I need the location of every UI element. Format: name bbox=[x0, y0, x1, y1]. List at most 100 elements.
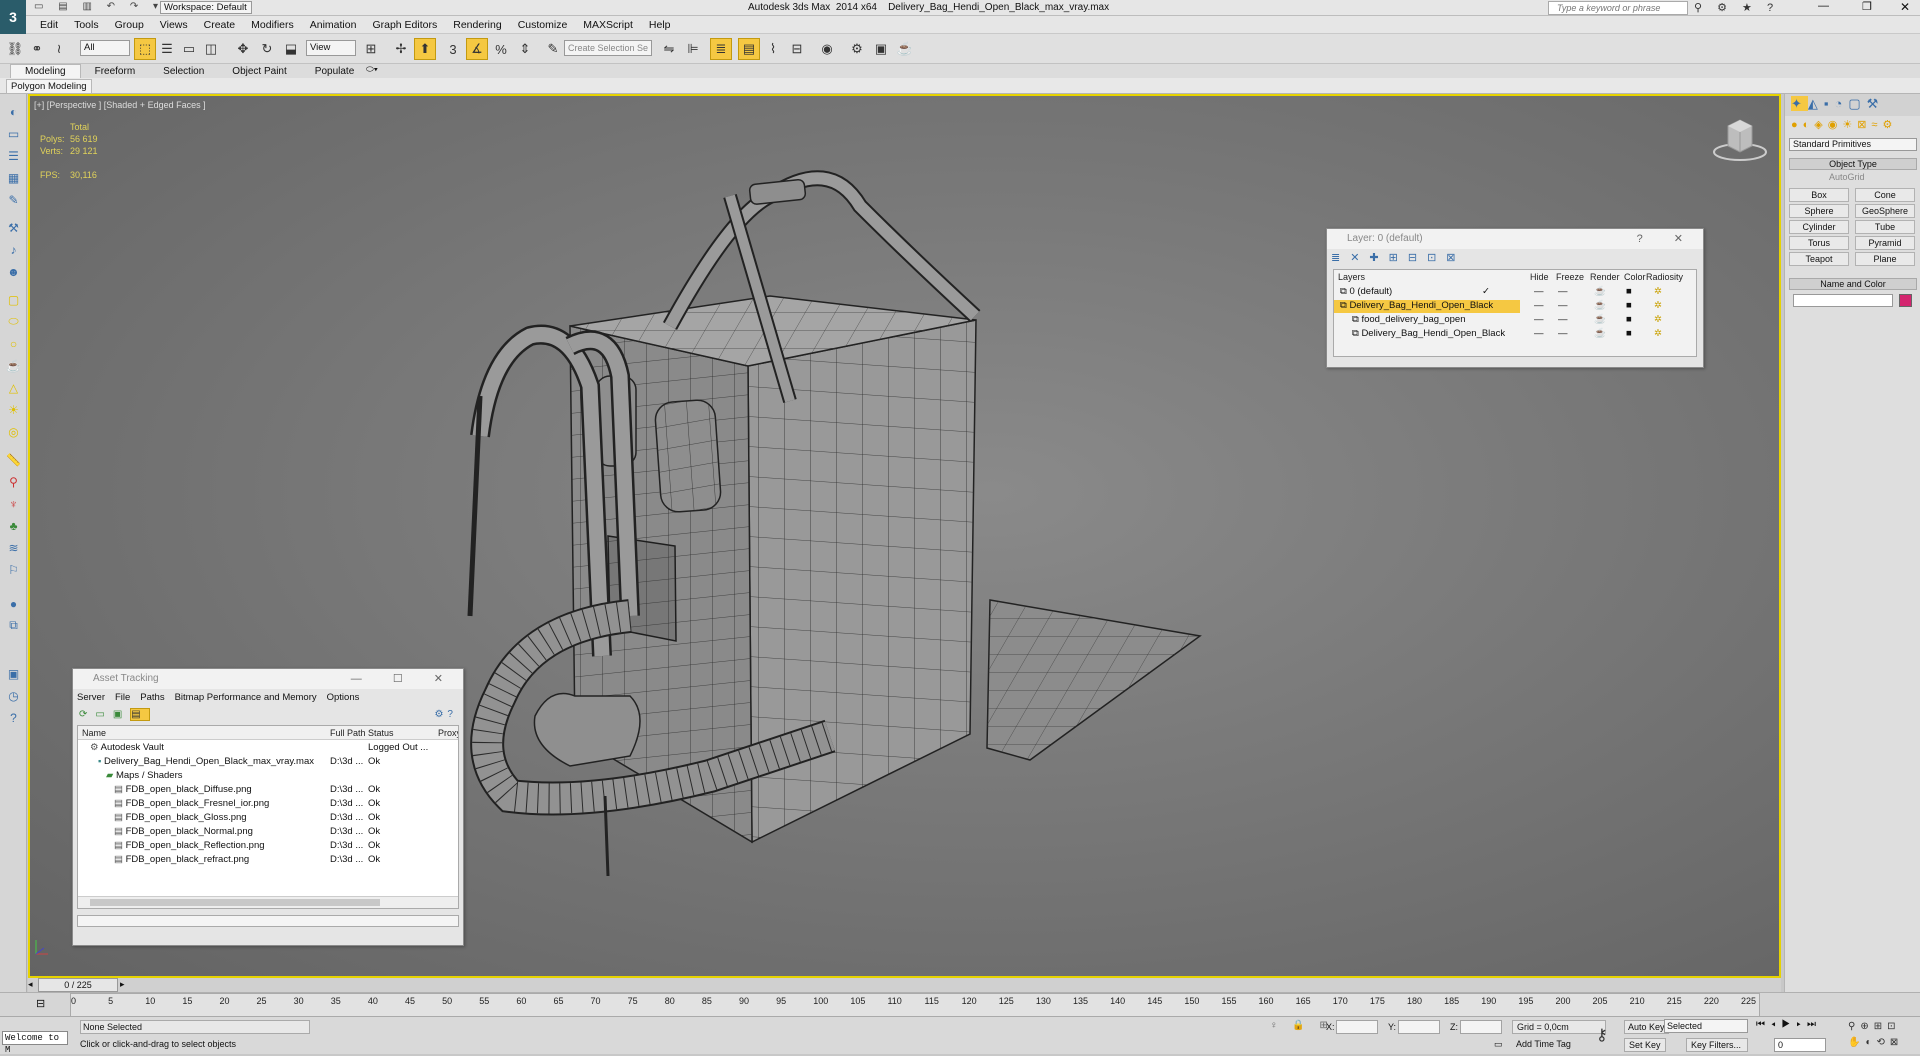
ribbon-tab-selection[interactable]: Selection bbox=[149, 65, 218, 79]
viewport-nav-icons[interactable]: ⚲⊕⊞⊡ ✋◐⟲⊠ bbox=[1848, 1019, 1920, 1051]
teapot-icon[interactable]: ☕ bbox=[4, 356, 23, 375]
freeze-toggle[interactable]: — bbox=[1558, 314, 1568, 325]
layers-icon[interactable]: ⧉ bbox=[4, 616, 23, 635]
key-filters-button[interactable]: Key Filters... bbox=[1686, 1038, 1748, 1052]
asset-row[interactable]: ▤ FDB_open_black_Normal.png bbox=[78, 826, 458, 837]
layer-color-swatch[interactable]: ■ bbox=[1626, 286, 1632, 297]
tree-icon[interactable]: ♣ bbox=[4, 516, 23, 535]
auto-key-button[interactable]: Auto Key bbox=[1624, 1020, 1669, 1034]
cloth-icon[interactable]: ⚐ bbox=[4, 560, 23, 579]
pivot-center-icon[interactable]: ⊞ bbox=[360, 38, 382, 60]
robot-icon[interactable]: ☻ bbox=[4, 262, 23, 281]
col-layers[interactable]: Layers bbox=[1338, 272, 1365, 282]
spinner-snap-icon[interactable]: ⇕ bbox=[514, 38, 536, 60]
select-object-icon[interactable]: ⬚ bbox=[134, 38, 156, 60]
col-freeze[interactable]: Freeze bbox=[1556, 272, 1584, 282]
hide-toggle[interactable]: — bbox=[1534, 300, 1544, 311]
ruler-icon[interactable]: 📏 bbox=[4, 450, 23, 469]
layer-color-swatch[interactable]: ■ bbox=[1626, 300, 1632, 311]
layer-window-controls[interactable]: ? ✕ bbox=[1637, 229, 1697, 249]
app-logo[interactable]: 3 bbox=[0, 0, 26, 34]
viewport-perspective[interactable]: [+] [Perspective ] [Shaded + Edged Faces… bbox=[28, 94, 1781, 978]
hierarchy-icon[interactable]: ♆ bbox=[4, 494, 23, 513]
command-panel-tabs[interactable]: ✦◭▪◔▢⚒ bbox=[1785, 94, 1920, 116]
asset-row[interactable]: ▤ FDB_open_black_Fresnel_ior.png bbox=[78, 798, 458, 809]
selection-filter-dropdown[interactable]: All bbox=[80, 40, 130, 56]
layer-window[interactable]: Layer: 0 (default) ? ✕ ≣✕✚⊞⊟⊡⊠ Layers Hi… bbox=[1326, 228, 1704, 368]
menu-graph-editors[interactable]: Graph Editors bbox=[364, 16, 445, 34]
hide-toggle[interactable]: — bbox=[1534, 328, 1544, 339]
select-manipulate-icon[interactable]: ✢ bbox=[390, 38, 412, 60]
layer-manager-icon[interactable]: ≣ bbox=[710, 38, 732, 60]
percent-snap-icon[interactable]: % bbox=[490, 38, 512, 60]
named-selection-set-dropdown[interactable]: Create Selection Se bbox=[564, 40, 652, 56]
unlink-icon[interactable]: ⚭ bbox=[26, 38, 48, 60]
select-by-name-icon[interactable]: ☰ bbox=[156, 38, 178, 60]
autogrid-checkbox[interactable]: AutoGrid bbox=[1829, 172, 1865, 182]
rotate-icon[interactable]: ↻ bbox=[256, 38, 278, 60]
restore-icon[interactable]: ❐ bbox=[1862, 0, 1872, 13]
radiosity-icon[interactable]: ✲ bbox=[1654, 314, 1662, 325]
workspace-dropdown[interactable]: Workspace: Default bbox=[160, 1, 252, 14]
link-chain-icon[interactable]: ⚲ bbox=[4, 472, 23, 491]
playback-controls[interactable]: ⏮◂▶▸⏭ bbox=[1756, 1019, 1822, 1030]
asset-row[interactable]: ▤ FDB_open_black_Reflection.png bbox=[78, 840, 458, 851]
curve-toggle-icon[interactable]: ⊟ bbox=[36, 997, 45, 1010]
key-icon[interactable]: ⚷ bbox=[1596, 1025, 1608, 1045]
create-tube-button[interactable]: Tube bbox=[1855, 220, 1915, 234]
sound-icon[interactable]: ♪ bbox=[4, 240, 23, 259]
curve-editor-icon[interactable]: ⌇ bbox=[762, 38, 784, 60]
bind-spacewarp-icon[interactable]: ≀ bbox=[48, 38, 70, 60]
layer-color-swatch[interactable]: ■ bbox=[1626, 328, 1632, 339]
menu-customize[interactable]: Customize bbox=[510, 16, 576, 34]
ribbon-tab-modeling[interactable]: Modeling bbox=[10, 64, 81, 79]
create-cone-button[interactable]: Cone bbox=[1855, 188, 1915, 202]
asset-row[interactable]: ▤ FDB_open_black_refract.png bbox=[78, 854, 458, 865]
layer-list[interactable]: Layers Hide Freeze Render Color Radiosit… bbox=[1333, 269, 1697, 357]
infocenter-icons[interactable]: ⚲ ⚙ ★ ? bbox=[1694, 1, 1779, 14]
paint-icon[interactable]: ✎ bbox=[4, 190, 23, 209]
link-icon[interactable]: ⛓ bbox=[4, 38, 26, 60]
menu-group[interactable]: Group bbox=[107, 16, 152, 34]
object-name-field[interactable] bbox=[1793, 294, 1893, 307]
box-icon[interactable]: ▢ bbox=[4, 290, 23, 309]
y-coord-field[interactable] bbox=[1398, 1020, 1440, 1034]
create-plane-button[interactable]: Plane bbox=[1855, 252, 1915, 266]
layer-color-swatch[interactable]: ■ bbox=[1626, 314, 1632, 325]
list-icon[interactable]: ☰ bbox=[4, 146, 23, 165]
menu-modifiers[interactable]: Modifiers bbox=[243, 16, 302, 34]
rect-selection-icon[interactable]: ▭ bbox=[178, 38, 200, 60]
menu-maxscript[interactable]: MAXScript bbox=[575, 16, 641, 34]
col-full-path[interactable]: Full Path bbox=[330, 728, 366, 738]
z-coord-field[interactable] bbox=[1460, 1020, 1502, 1034]
container-icon[interactable]: ◐ bbox=[4, 102, 23, 121]
snap-3-icon[interactable]: 3 bbox=[442, 38, 464, 60]
scale-icon[interactable]: ⬓ bbox=[280, 38, 302, 60]
asset-window-titlebar[interactable]: Asset Tracking — ☐ ✕ bbox=[73, 669, 463, 689]
quick-access-icons[interactable]: ▭ ▤ ▥ ↶ ↷ ▾ bbox=[34, 1, 164, 12]
freeze-toggle[interactable]: — bbox=[1558, 286, 1568, 297]
col-hide[interactable]: Hide bbox=[1530, 272, 1549, 282]
col-color[interactable]: Color bbox=[1624, 272, 1646, 282]
display-icon[interactable]: ▣ bbox=[4, 664, 23, 683]
lock-icons[interactable]: ♀ 🔒 ⊞ bbox=[1270, 1020, 1334, 1031]
asset-row[interactable]: ▪ Delivery_Bag_Hendi_Open_Black_max_vray… bbox=[78, 756, 458, 767]
cone-icon[interactable]: △ bbox=[4, 378, 23, 397]
name-color-rollout[interactable]: Name and Color bbox=[1789, 278, 1917, 290]
asset-menu-bitmap-performance-and-memory[interactable]: Bitmap Performance and Memory bbox=[175, 692, 317, 703]
primitive-type-dropdown[interactable]: Standard Primitives bbox=[1789, 138, 1917, 151]
select-icon[interactable]: ▭ bbox=[4, 124, 23, 143]
move-icon[interactable]: ✥ bbox=[232, 38, 254, 60]
add-time-tag[interactable]: Add Time Tag bbox=[1516, 1039, 1571, 1049]
minimize-icon[interactable]: — bbox=[1818, 0, 1829, 12]
ribbon-tab-object-paint[interactable]: Object Paint bbox=[218, 65, 300, 79]
ribbon-tab-freeform[interactable]: Freeform bbox=[81, 65, 150, 79]
hammer-icon[interactable]: ⚒ bbox=[4, 218, 23, 237]
layer-row[interactable]: ⧉ Delivery_Bag_Hendi_Open_Black bbox=[1334, 328, 1696, 341]
time-tag-icon[interactable]: ▭ bbox=[1494, 1039, 1503, 1050]
sun-icon[interactable]: ☀ bbox=[4, 400, 23, 419]
ellipse-icon[interactable]: ⬭ bbox=[4, 312, 23, 331]
asset-toolbar[interactable]: ⟳▭▣▤ ⚙? bbox=[73, 707, 463, 725]
asset-row[interactable]: ▰ Maps / Shaders bbox=[78, 770, 458, 781]
menu-help[interactable]: Help bbox=[641, 16, 679, 34]
